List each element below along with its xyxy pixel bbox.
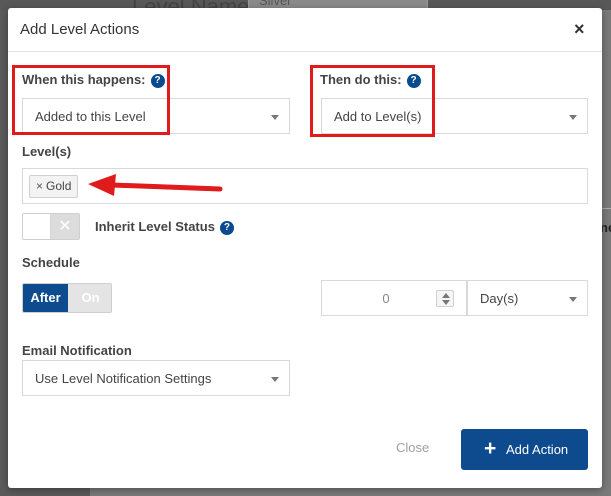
- email-notification-select[interactable]: Use Level Notification Settings: [22, 360, 290, 396]
- close-button[interactable]: Close: [396, 440, 429, 455]
- remove-tag-icon[interactable]: ×: [36, 179, 43, 193]
- annotation-arrow: [88, 174, 223, 196]
- schedule-amount-input[interactable]: 0: [321, 280, 467, 316]
- modal-title: Add Level Actions: [20, 21, 140, 38]
- spin-up-icon[interactable]: [442, 293, 450, 298]
- schedule-unit-select[interactable]: Day(s): [467, 280, 588, 316]
- schedule-unit-value: Day(s): [480, 291, 519, 306]
- inherit-label-text: Inherit Level Status: [95, 219, 215, 234]
- inherit-label: Inherit Level Status?: [95, 219, 234, 235]
- add-action-label: Add Action: [506, 442, 569, 457]
- email-select-value: Use Level Notification Settings: [35, 371, 212, 386]
- inherit-help-icon[interactable]: ?: [219, 221, 234, 235]
- spin-down-icon[interactable]: [442, 300, 450, 305]
- add-level-actions-dialog: Add Level Actions × When this happens:? …: [8, 8, 602, 488]
- email-label: Email Notification: [22, 343, 132, 358]
- chevron-down-icon: [569, 297, 577, 302]
- annotation-highlight-then: [310, 65, 435, 137]
- level-tag-gold: × Gold: [29, 175, 79, 198]
- add-action-button[interactable]: + Add Action: [461, 429, 588, 470]
- toggle-knob: [23, 214, 51, 239]
- schedule-after-button[interactable]: After: [23, 284, 68, 312]
- plus-icon: +: [484, 437, 497, 460]
- close-icon[interactable]: ×: [574, 20, 585, 38]
- levels-label: Level(s): [22, 144, 72, 159]
- schedule-label: Schedule: [22, 255, 80, 270]
- annotation-highlight-when: [12, 65, 170, 135]
- inherit-status-toggle[interactable]: ✕: [22, 213, 80, 240]
- modal-header: Add Level Actions ×: [8, 8, 602, 52]
- annotation-arrow-head: [88, 174, 116, 196]
- schedule-mode-toggle: After On: [22, 283, 112, 313]
- chevron-down-icon: [569, 115, 577, 120]
- schedule-amount-value: 0: [382, 291, 390, 306]
- annotation-arrow-shaft: [109, 182, 223, 192]
- chevron-down-icon: [271, 377, 279, 382]
- number-spinner[interactable]: [436, 290, 454, 307]
- chevron-down-icon: [271, 115, 279, 120]
- schedule-on-button[interactable]: On: [68, 284, 111, 312]
- level-tag-label: Gold: [46, 179, 72, 193]
- toggle-off-icon: ✕: [51, 214, 79, 239]
